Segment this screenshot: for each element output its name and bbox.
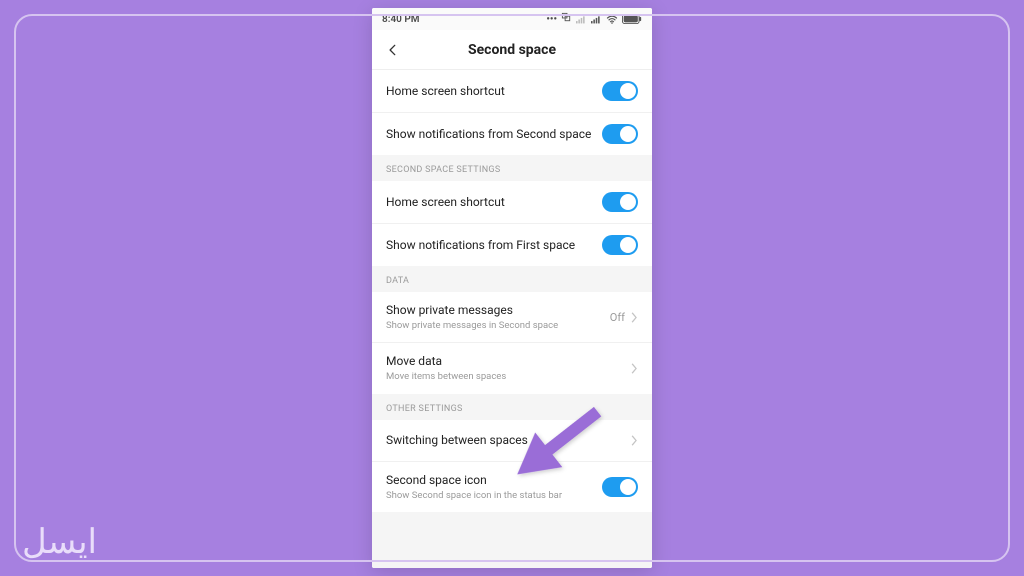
row-sublabel: Show Second space icon in the status bar xyxy=(386,490,592,501)
row-sublabel: Move items between spaces xyxy=(386,371,621,382)
section-heading-data: DATA xyxy=(372,266,652,292)
row-label: Show private messages xyxy=(386,303,600,318)
chevron-right-icon xyxy=(631,359,638,378)
row-value: Off xyxy=(610,311,625,324)
chevron-right-icon xyxy=(631,431,638,450)
row-show-notif-first[interactable]: Show notifications from First space xyxy=(372,224,652,266)
row-show-private-messages[interactable]: Show private messages Show private messa… xyxy=(372,292,652,343)
page-title: Second space xyxy=(372,42,652,58)
back-button[interactable] xyxy=(382,39,404,61)
row-label: Show notifications from Second space xyxy=(386,127,592,142)
row-label: Home screen shortcut xyxy=(386,84,592,99)
toggle-home-shortcut-2[interactable] xyxy=(602,192,638,212)
row-show-notif-second[interactable]: Show notifications from Second space xyxy=(372,113,652,155)
toggle-show-notif-second[interactable] xyxy=(602,124,638,144)
section-data: Show private messages Show private messa… xyxy=(372,292,652,394)
dual-apps-icon xyxy=(561,12,572,26)
title-bar: Second space xyxy=(372,30,652,70)
section-other: Switching between spaces Second space ic… xyxy=(372,420,652,512)
more-icon: ••• xyxy=(546,14,557,25)
row-label: Move data xyxy=(386,354,621,369)
row-home-shortcut-1[interactable]: Home screen shortcut xyxy=(372,70,652,113)
battery-icon xyxy=(622,14,642,24)
wifi-icon xyxy=(606,15,618,24)
chevron-right-icon xyxy=(631,308,638,327)
row-switching-spaces[interactable]: Switching between spaces xyxy=(372,420,652,462)
toggle-second-space-icon[interactable] xyxy=(602,477,638,497)
stage: ایسل 8:40 PM ••• xyxy=(0,0,1024,576)
row-move-data[interactable]: Move data Move items between spaces xyxy=(372,343,652,393)
toggle-show-notif-first[interactable] xyxy=(602,235,638,255)
row-label: Switching between spaces xyxy=(386,433,621,448)
toggle-home-shortcut-1[interactable] xyxy=(602,81,638,101)
row-home-shortcut-2[interactable]: Home screen shortcut xyxy=(372,181,652,224)
row-label: Home screen shortcut xyxy=(386,195,592,210)
signal-icon-2 xyxy=(591,15,602,24)
row-label: Second space icon xyxy=(386,473,592,488)
section-top: Home screen shortcut Show notifications … xyxy=(372,70,652,155)
row-label: Show notifications from First space xyxy=(386,238,592,253)
status-time: 8:40 PM xyxy=(382,14,420,25)
status-icons: ••• xyxy=(546,12,642,26)
row-second-space-icon[interactable]: Second space icon Show Second space icon… xyxy=(372,462,652,512)
status-bar: 8:40 PM ••• xyxy=(372,8,652,30)
settings-content[interactable]: Home screen shortcut Show notifications … xyxy=(372,70,652,568)
signal-icon xyxy=(576,15,587,24)
section-heading-settings: SECOND SPACE SETTINGS xyxy=(372,155,652,181)
section-settings: Home screen shortcut Show notifications … xyxy=(372,181,652,266)
section-heading-other: OTHER SETTINGS xyxy=(372,394,652,420)
row-sublabel: Show private messages in Second space xyxy=(386,320,600,331)
watermark-text: ایسل xyxy=(22,522,97,562)
phone-screen: 8:40 PM ••• xyxy=(372,8,652,568)
